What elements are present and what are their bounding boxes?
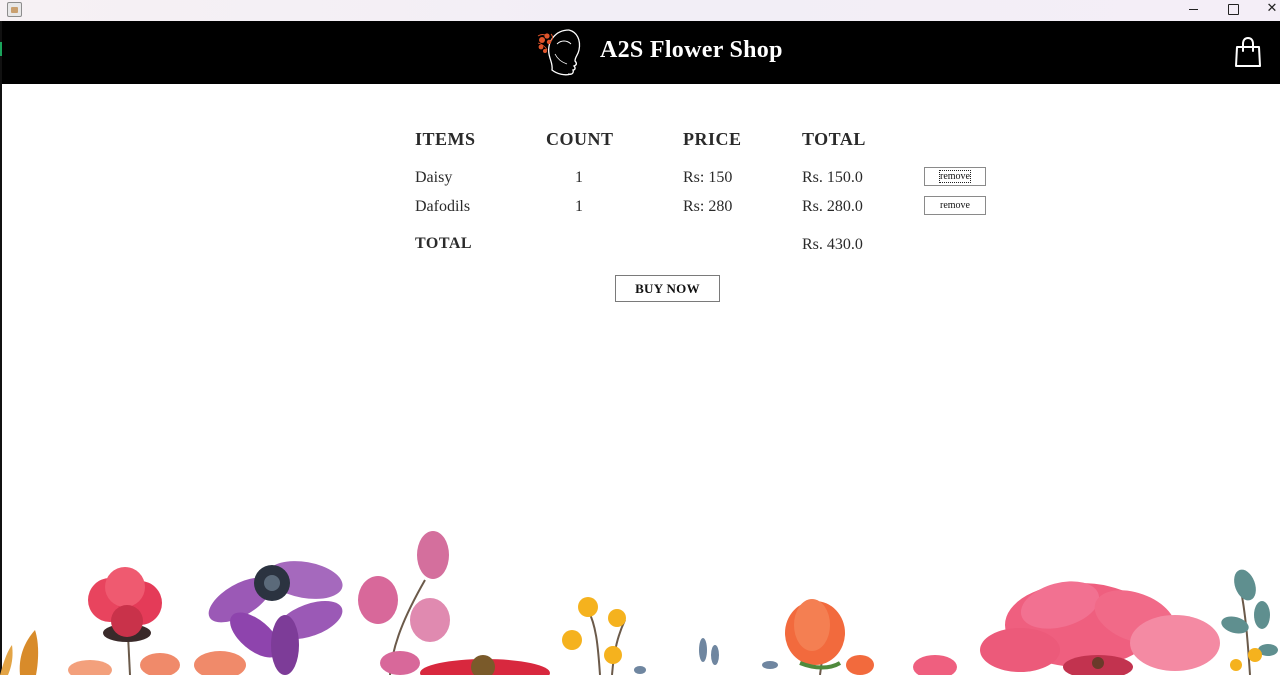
minimize-icon[interactable] — [1174, 0, 1214, 21]
shop-header: A2S Flower Shop — [2, 21, 1280, 84]
row-item-price: Rs: 150 — [683, 169, 733, 186]
shopping-bag-icon[interactable] — [1234, 37, 1262, 67]
row-item-name: Daisy — [415, 169, 453, 186]
column-header-total: TOTAL — [802, 129, 866, 149]
close-icon[interactable]: ✕ — [1252, 0, 1280, 21]
row-item-total: Rs. 280.0 — [802, 198, 863, 215]
row-item-count: 1 — [575, 198, 583, 215]
column-header-count: COUNT — [546, 129, 614, 149]
java-app-icon — [7, 2, 22, 17]
buy-now-button[interactable]: BUY NOW — [615, 275, 720, 302]
maximize-icon[interactable] — [1213, 0, 1253, 21]
remove-button-label: remove — [940, 200, 970, 211]
grand-total-value: Rs. 430.0 — [802, 236, 863, 253]
remove-button[interactable]: remove — [924, 167, 986, 186]
column-header-price: PRICE — [683, 129, 742, 149]
remove-button[interactable]: remove — [924, 196, 986, 215]
row-item-total: Rs. 150.0 — [802, 169, 863, 186]
row-item-price: Rs: 280 — [683, 198, 733, 215]
column-header-items: ITEMS — [415, 129, 476, 149]
row-item-count: 1 — [575, 169, 583, 186]
total-label: TOTAL — [415, 235, 473, 252]
remove-button-label: remove — [939, 170, 971, 183]
window-title-bar: ✕ — [0, 0, 1280, 21]
row-item-name: Dafodils — [415, 198, 471, 215]
shop-title: A2S Flower Shop — [600, 37, 783, 63]
woman-profile-with-flowers-logo — [537, 29, 581, 76]
watercolor-flowers-border — [0, 531, 1278, 675]
